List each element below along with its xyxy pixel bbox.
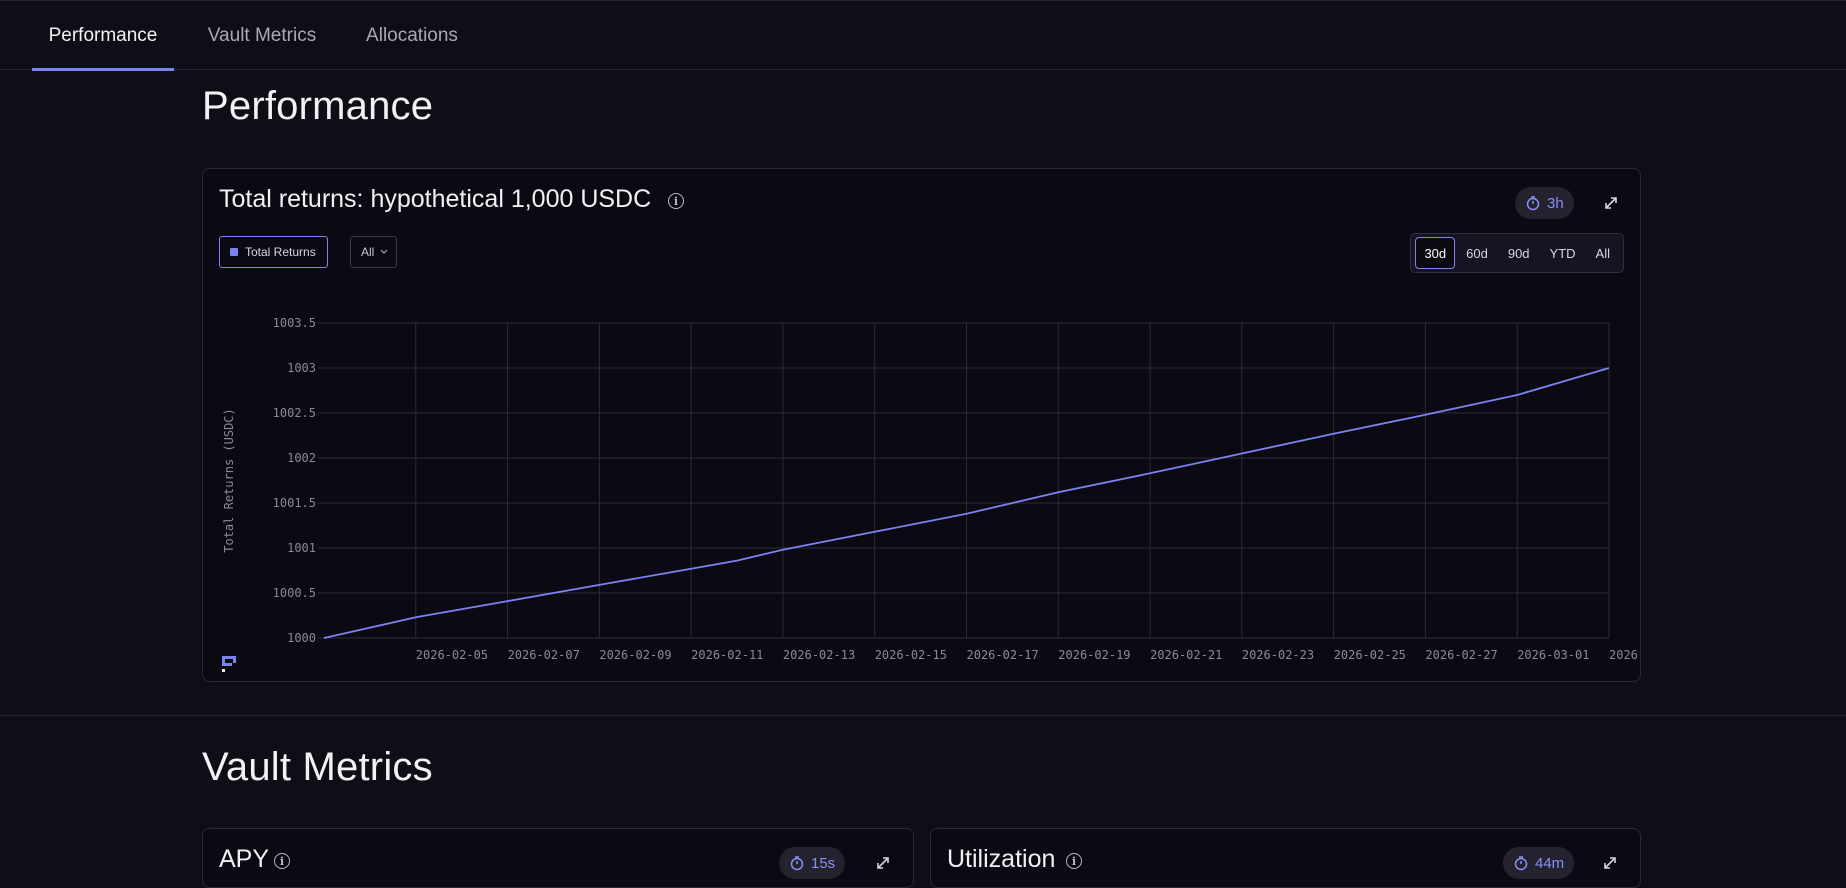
y-tick-label: 1002: [287, 451, 316, 465]
apy-card-title: APY: [219, 845, 270, 873]
y-tick-label: 1001: [287, 541, 316, 555]
x-tick-label: 2026-03-03: [1609, 648, 1640, 662]
x-tick-label: 2026-02-15: [875, 648, 947, 662]
y-tick-label: 1002.5: [273, 406, 316, 420]
brand-logo: [222, 656, 236, 672]
tab-allocations-label: Allocations: [366, 24, 458, 46]
tab-performance-label: Performance: [48, 24, 158, 46]
x-tick-label: 2026-02-19: [1058, 648, 1130, 662]
section-divider: [0, 715, 1846, 716]
x-tick-label: 2026-02-13: [783, 648, 855, 662]
x-tick-label: 2026-02-07: [508, 648, 580, 662]
x-tick-label: 2026-02-27: [1425, 648, 1497, 662]
y-tick-label: 1003.5: [273, 316, 316, 330]
y-tick-label: 1000.5: [273, 586, 316, 600]
x-tick-label: 2026-02-23: [1242, 648, 1314, 662]
apy-card: APY i 15s: [202, 828, 914, 888]
x-tick-label: 2026-02-25: [1334, 648, 1406, 662]
y-tick-label: 1003: [287, 361, 316, 375]
apy-refresh-timer: 15s: [779, 847, 846, 879]
tab-vault-metrics[interactable]: Vault Metrics: [192, 1, 332, 70]
expand-icon[interactable]: [871, 851, 895, 875]
x-tick-label: 2026-02-21: [1150, 648, 1222, 662]
x-tick-label: 2026-03-01: [1517, 648, 1589, 662]
vault-metrics-section-title: Vault Metrics: [202, 745, 433, 789]
y-axis-label: Total Returns (USDC): [222, 408, 236, 553]
x-tick-label: 2026-02-09: [599, 648, 671, 662]
x-tick-label: 2026-02-17: [967, 648, 1039, 662]
tab-vault-metrics-label: Vault Metrics: [207, 24, 317, 46]
utilization-card-title: Utilization: [947, 845, 1056, 873]
y-tick-label: 1000: [287, 631, 316, 645]
y-tick-label: 1001.5: [273, 496, 316, 510]
performance-section-title: Performance: [202, 84, 434, 128]
total-returns-chart: 1000 1000.5 1001 1001.5 1002 1002.5 1003 1003.5…: [222, 316, 1640, 662]
total-returns-card: Total returns: hypothetical 1,000 USDC i…: [202, 168, 1641, 682]
info-icon[interactable]: i: [274, 853, 290, 869]
x-tick-label: 2026-02-05: [416, 648, 488, 662]
info-icon[interactable]: i: [1066, 853, 1082, 869]
expand-icon[interactable]: [1598, 851, 1622, 875]
x-tick-label: 2026-02-11: [691, 648, 763, 662]
tab-bar: Performance Vault Metrics Allocations: [0, 0, 1846, 71]
tab-allocations[interactable]: Allocations: [350, 1, 474, 70]
tab-performance[interactable]: Performance: [32, 1, 174, 71]
utilization-refresh-timer: 44m: [1503, 847, 1575, 879]
utilization-card: Utilization i 44m: [930, 828, 1641, 888]
